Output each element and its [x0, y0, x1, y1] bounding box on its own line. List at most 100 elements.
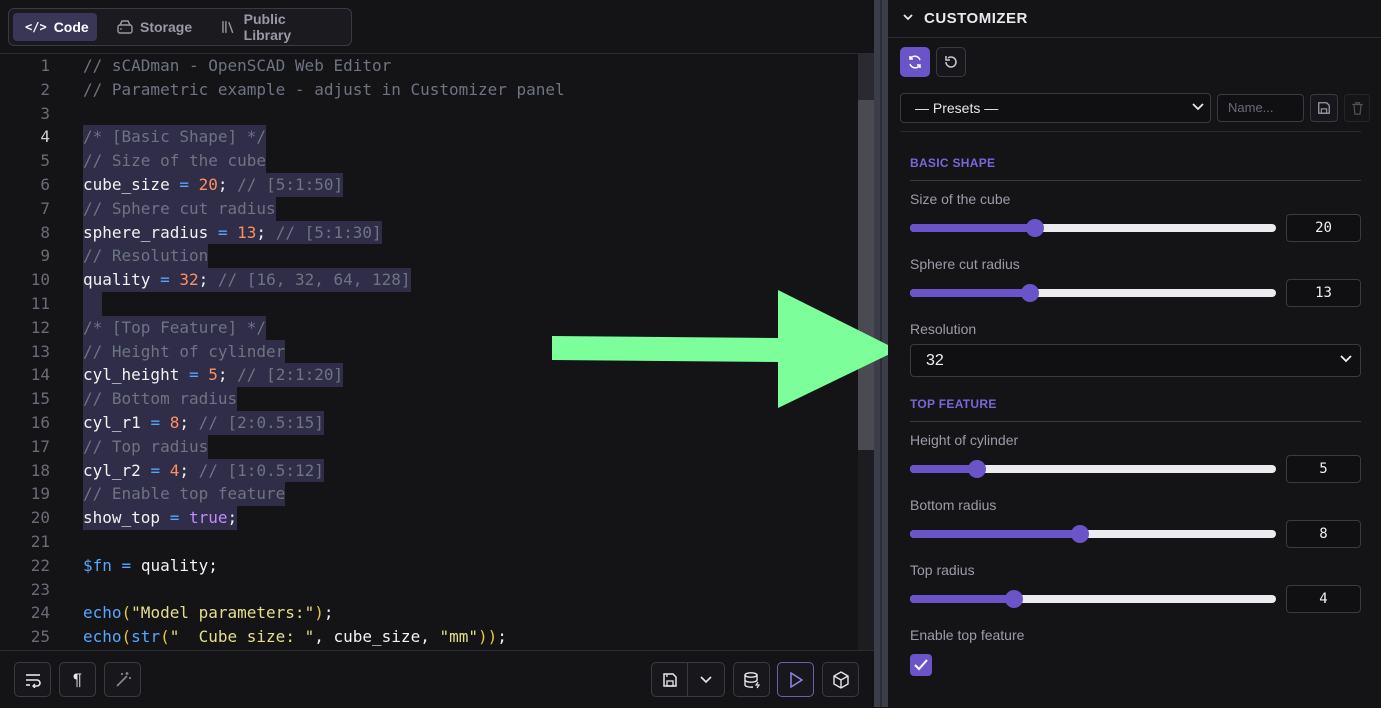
code-line[interactable]: 25 echo(str(" Cube size: ", cube_size, "m… — [0, 625, 858, 649]
code-line[interactable]: 17 // Top radius — [0, 434, 858, 459]
cyl-height-slider[interactable] — [910, 460, 1276, 478]
code-text: // Size of the cube — [83, 149, 267, 173]
code-line[interactable]: 20 show_top = true; — [0, 506, 858, 530]
code-text: sphere_radius = 13; // [5:1:30] — [83, 220, 382, 245]
word-wrap-button[interactable] — [14, 662, 51, 697]
code-line[interactable]: 22 $fn = quality; — [0, 554, 858, 578]
save-button[interactable] — [651, 662, 688, 697]
code-text: // Resolution — [83, 244, 209, 269]
line-number: 8 — [40, 222, 50, 242]
customizer-header[interactable]: CUSTOMIZER — [888, 0, 1381, 38]
editor-top-bar: </> Code Storage Public Library — [0, 0, 874, 54]
code-text: cyl_r2 = 4; // [1:0.5:12] — [83, 458, 324, 483]
reset-button[interactable] — [936, 47, 966, 77]
top-radius-input[interactable]: 4 — [1286, 585, 1361, 613]
editor-bottom-toolbar: ¶ — [0, 650, 874, 708]
code-line[interactable]: 8 sphere_radius = 13; // [5:1:30] — [0, 220, 858, 245]
presets-select[interactable]: — Presets — — [900, 93, 1211, 123]
code-text: // Sphere cut radius — [83, 196, 276, 221]
section-divider — [910, 421, 1361, 422]
format-button[interactable] — [104, 662, 141, 697]
code-line[interactable]: 4 /* [Basic Shape] */ — [0, 125, 858, 150]
database-icon — [743, 671, 760, 688]
line-number: 10 — [30, 270, 50, 290]
code-text: show_top = true; — [83, 506, 238, 530]
code-line[interactable]: 19 // Enable top feature — [0, 482, 858, 507]
auto-refresh-button[interactable] — [900, 47, 930, 77]
slider-thumb[interactable] — [1026, 219, 1044, 237]
cyl-height-input[interactable]: 5 — [1286, 455, 1361, 483]
chevron-down-icon — [1340, 355, 1352, 363]
resolution-select-value: 32 — [926, 352, 944, 369]
resolution-select[interactable]: 32 — [910, 344, 1361, 377]
code-text: // Height of cylinder — [83, 339, 286, 364]
bottom-radius-slider[interactable] — [910, 525, 1276, 543]
enable-top-checkbox[interactable] — [910, 654, 932, 676]
line-number: 4 — [40, 127, 50, 147]
slider-thumb[interactable] — [968, 460, 986, 478]
code-text: /* [Top Feature] */ — [83, 315, 267, 340]
code-line[interactable]: 10 quality = 32; // [16, 32, 64, 128] — [0, 268, 858, 292]
slider-thumb[interactable] — [1004, 590, 1023, 608]
play-icon — [789, 671, 803, 688]
database-button[interactable] — [733, 662, 770, 697]
customizer-title: CUSTOMIZER — [924, 10, 1028, 27]
code-line[interactable]: 18 cyl_r2 = 4; // [1:0.5:12] — [0, 458, 858, 483]
code-text — [83, 292, 103, 316]
run-button[interactable] — [777, 662, 814, 697]
code-line[interactable]: 2 // Parametric example - adjust in Custo… — [0, 78, 858, 102]
delete-preset-button[interactable] — [1344, 94, 1370, 122]
code-line[interactable]: 5 // Size of the cube — [0, 149, 858, 173]
code-line[interactable]: 24 echo("Model parameters:"); — [0, 601, 858, 625]
tab-storage[interactable]: Storage — [105, 13, 205, 41]
show-whitespace-button[interactable]: ¶ — [59, 662, 96, 697]
chevron-down-icon — [1192, 103, 1204, 111]
save-icon — [662, 672, 677, 687]
save-options-button[interactable] — [688, 662, 725, 697]
top-radius-slider[interactable] — [910, 590, 1276, 608]
code-text: // Top radius — [83, 434, 209, 459]
code-line[interactable]: 7 // Sphere cut radius — [0, 196, 858, 221]
slider-thumb[interactable] — [1021, 284, 1040, 302]
tab-code[interactable]: </> Code — [13, 13, 97, 41]
render-3d-button[interactable] — [822, 662, 859, 697]
code-text: // sCADman - OpenSCAD Web Editor — [83, 56, 392, 75]
param-label-sphere-radius: Sphere cut radius — [910, 256, 1020, 272]
sphere-radius-input[interactable]: 13 — [1286, 279, 1361, 307]
code-line[interactable]: 9 // Resolution — [0, 244, 858, 269]
code-line[interactable]: 16 cyl_r1 = 8; // [2:0.5:15] — [0, 411, 858, 435]
line-number: 21 — [30, 532, 50, 551]
line-number: 15 — [30, 389, 50, 409]
save-preset-button[interactable] — [1310, 94, 1338, 122]
slider-fill — [910, 530, 1080, 538]
cube-size-slider[interactable] — [910, 219, 1276, 237]
slider-fill — [910, 289, 1031, 297]
slider-thumb[interactable] — [1070, 525, 1089, 543]
code-text: $fn = quality; — [83, 555, 218, 575]
customizer-separator — [900, 131, 1361, 132]
tab-public-library[interactable]: Public Library — [209, 11, 347, 43]
code-text: cyl_r1 = 8; // [2:0.5:15] — [83, 411, 324, 435]
undo-icon — [945, 56, 957, 68]
tab-code-label: Code — [53, 19, 89, 35]
preset-name-input[interactable]: Name... — [1217, 94, 1304, 122]
line-number: 25 — [30, 627, 50, 647]
checkmark-icon — [914, 659, 928, 671]
cube-icon — [832, 670, 849, 689]
code-line[interactable]: 3 — [0, 102, 858, 126]
cube-size-input[interactable]: 20 — [1286, 214, 1361, 242]
line-number: 9 — [40, 246, 50, 266]
param-label-resolution: Resolution — [910, 321, 977, 337]
code-line[interactable]: 23 — [0, 578, 858, 602]
section-divider — [910, 180, 1361, 181]
code-line[interactable]: 21 — [0, 530, 858, 554]
code-line[interactable]: 6 cube_size = 20; // [5:1:50] — [0, 173, 858, 197]
bottom-radius-input[interactable]: 8 — [1286, 520, 1361, 548]
scrollbar-track-top — [858, 54, 874, 100]
code-line[interactable]: 1 // sCADman - OpenSCAD Web Editor — [0, 54, 858, 78]
sphere-radius-slider[interactable] — [910, 284, 1276, 302]
param-label-cyl-height: Height of cylinder — [910, 432, 1019, 448]
line-number: 24 — [30, 603, 50, 623]
line-number: 5 — [40, 151, 50, 171]
